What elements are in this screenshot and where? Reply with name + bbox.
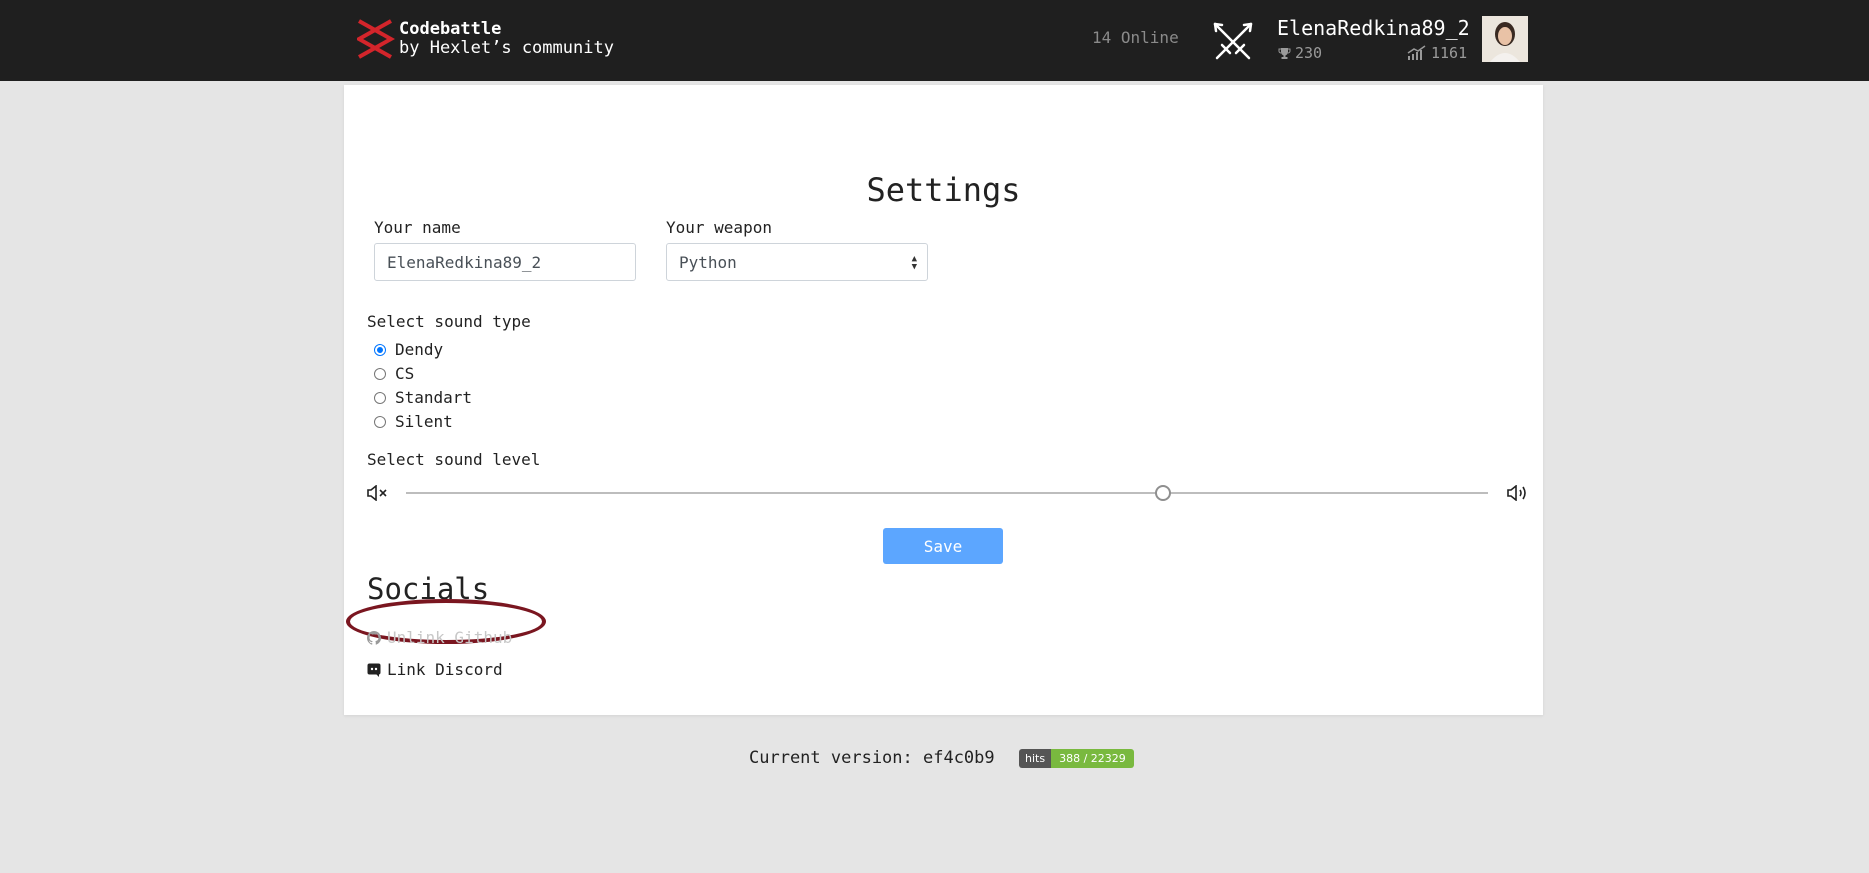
radio-button[interactable] <box>374 343 386 356</box>
radio-silent[interactable]: Silent <box>374 412 453 431</box>
unlink-github-button[interactable]: Unlink Github <box>367 628 512 647</box>
radio-button[interactable] <box>374 367 386 380</box>
github-icon <box>367 630 381 645</box>
user-rating: 1161 <box>1407 44 1467 62</box>
radio-button[interactable] <box>374 415 386 428</box>
user-rank: 230 <box>1278 44 1322 62</box>
hits-value: 388 / 22329 <box>1051 749 1134 768</box>
sound-type-label: Select sound type <box>367 312 531 331</box>
save-button[interactable]: Save <box>883 528 1003 564</box>
rank-value: 230 <box>1295 44 1323 62</box>
radio-button[interactable] <box>374 391 386 404</box>
select-arrows-icon: ▲ ▼ <box>911 254 917 272</box>
weapon-select-value: Python <box>679 252 737 272</box>
brand-logo[interactable]: Codebattle by Hexlet’s community <box>357 18 614 60</box>
radio-label: Silent <box>395 412 453 431</box>
rating-value: 1161 <box>1431 44 1468 62</box>
settings-card: Settings Your name ElenaRedkina89_2 Your… <box>344 85 1543 715</box>
page-title: Settings <box>866 171 1021 209</box>
volume-slider-track[interactable] <box>406 492 1488 494</box>
hits-badge[interactable]: hits 388 / 22329 <box>1019 749 1134 768</box>
link-discord-label: Link Discord <box>387 660 503 679</box>
radio-label: CS <box>395 364 415 383</box>
name-label: Your name <box>374 218 461 237</box>
codebattle-logo-icon <box>357 19 395 59</box>
volume-up-icon[interactable] <box>1506 485 1530 501</box>
brand-title: Codebattle <box>399 19 502 39</box>
avatar-image <box>1482 16 1528 62</box>
name-input-value: ElenaRedkina89_2 <box>387 252 542 272</box>
sound-level-label: Select sound level <box>367 450 541 469</box>
brand-subtitle: by Hexlet’s community <box>399 38 614 58</box>
current-version: Current version: ef4c0b9 <box>749 748 995 768</box>
user-name[interactable]: ElenaRedkina89_2 <box>1277 16 1470 40</box>
weapon-select[interactable]: Python ▲ ▼ <box>666 243 928 281</box>
trophy-icon <box>1278 47 1291 59</box>
crossed-swords-icon[interactable] <box>1210 19 1256 65</box>
radio-dendy[interactable]: Dendy <box>374 340 443 359</box>
hits-label: hits <box>1019 749 1052 768</box>
unlink-github-label: Unlink Github <box>387 628 513 647</box>
radio-standart[interactable]: Standart <box>374 388 472 407</box>
rating-chart-icon <box>1407 45 1426 60</box>
weapon-label: Your weapon <box>666 218 772 237</box>
top-navbar: Codebattle by Hexlet’s community 14 Onli… <box>0 0 1869 81</box>
discord-icon <box>367 663 381 677</box>
user-avatar[interactable] <box>1482 16 1528 62</box>
link-discord-button[interactable]: Link Discord <box>367 660 503 679</box>
mute-icon[interactable] <box>366 485 390 501</box>
radio-label: Dendy <box>395 340 444 359</box>
online-counter[interactable]: 14 Online <box>1092 28 1179 47</box>
volume-slider-thumb[interactable] <box>1155 485 1172 501</box>
radio-cs[interactable]: CS <box>374 364 414 383</box>
name-input[interactable]: ElenaRedkina89_2 <box>374 243 636 281</box>
radio-label: Standart <box>395 388 473 407</box>
